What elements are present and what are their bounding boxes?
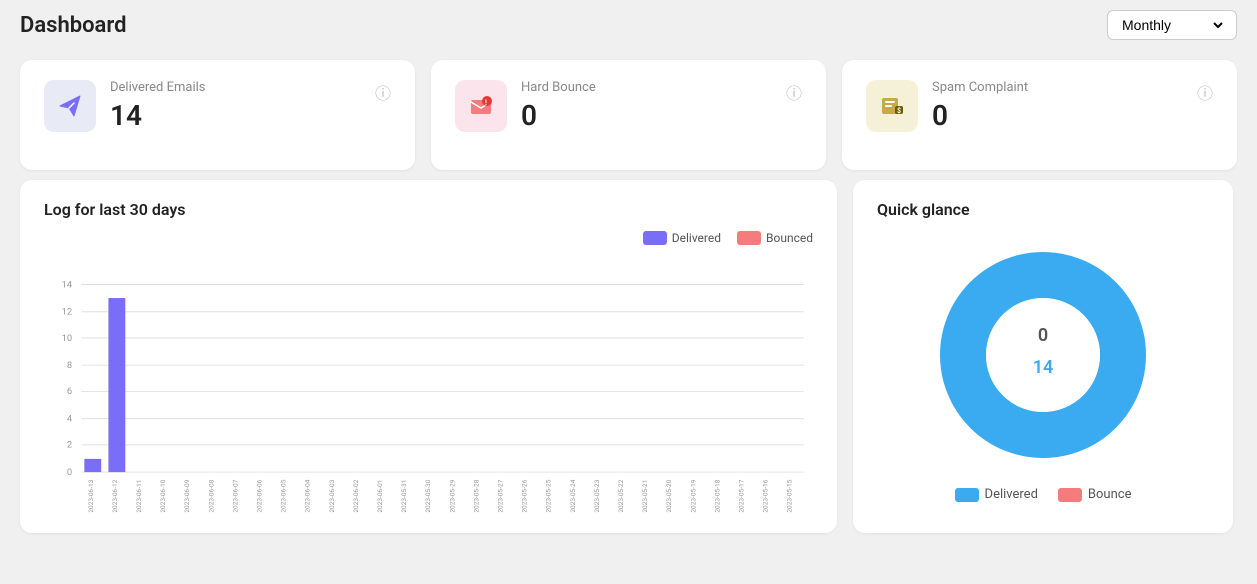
- svg-text:$: $: [897, 107, 901, 115]
- legend-delivered: Delivered: [643, 231, 721, 245]
- bounce-value: 0: [521, 99, 596, 132]
- svg-text:2023-05-26: 2023-05-26: [521, 479, 529, 512]
- spam-label: Spam Complaint: [932, 80, 1028, 95]
- page-title: Dashboard: [20, 13, 126, 38]
- donut-chart: 0 14: [923, 235, 1163, 475]
- svg-text:2023-06-04: 2023-06-04: [304, 479, 312, 512]
- svg-text:2023-06-02: 2023-06-02: [352, 479, 360, 512]
- delivered-emails-card: Delivered Emails 14 ⓘ: [20, 60, 415, 170]
- bottom-row: Log for last 30 days Delivered Bounced .…: [0, 180, 1257, 553]
- quick-glance-title: Quick glance: [877, 200, 970, 219]
- period-select-input[interactable]: Monthly Weekly Daily Yearly: [1118, 16, 1226, 34]
- quick-legend-bounce: Bounce: [1058, 487, 1132, 502]
- spam-icon: $: [878, 92, 906, 120]
- svg-text:2023-06-08: 2023-06-08: [207, 479, 215, 512]
- delivered-value: 14: [110, 99, 205, 132]
- svg-text:2023-06-03: 2023-06-03: [328, 479, 336, 512]
- donut-svg: 0 14: [923, 235, 1163, 475]
- svg-text:0: 0: [67, 467, 72, 478]
- svg-text:2023-05-17: 2023-05-17: [738, 479, 746, 512]
- header: Dashboard Monthly Weekly Daily Yearly: [0, 0, 1257, 50]
- chart-title: Log for last 30 days: [44, 200, 813, 219]
- svg-text:!: !: [485, 99, 487, 107]
- svg-text:6: 6: [67, 386, 72, 397]
- svg-text:2023-06-06: 2023-06-06: [255, 479, 263, 512]
- svg-text:2023-05-28: 2023-05-28: [472, 479, 480, 512]
- donut-center: [986, 298, 1100, 412]
- svg-text:2023-05-20: 2023-05-20: [665, 479, 673, 512]
- bounce-icon-wrap: !: [455, 80, 507, 132]
- period-selector[interactable]: Monthly Weekly Daily Yearly: [1107, 10, 1237, 40]
- legend-bounced: Bounced: [737, 231, 813, 245]
- delivered-label: Delivered Emails: [110, 80, 205, 95]
- svg-text:2023-05-18: 2023-05-18: [713, 479, 721, 512]
- bar-0: [84, 459, 101, 472]
- spam-info-icon[interactable]: ⓘ: [1197, 80, 1213, 104]
- chart-legend: Delivered Bounced: [44, 231, 813, 245]
- bar-1: [108, 298, 125, 472]
- svg-text:8: 8: [67, 360, 72, 371]
- legend-delivered-box: [643, 231, 667, 245]
- svg-text:2023-06-13: 2023-06-13: [87, 479, 95, 512]
- bar-chart-area: .tick-text { font-size: 10px; fill: #999…: [44, 253, 813, 513]
- svg-text:2: 2: [67, 440, 72, 451]
- stat-cards-row: Delivered Emails 14 ⓘ ! Hard Bo: [0, 50, 1257, 180]
- quick-glance-card: Quick glance 0 14 Delivered: [853, 180, 1233, 533]
- quick-legend-delivered-label: Delivered: [985, 487, 1038, 502]
- svg-text:14: 14: [62, 279, 73, 290]
- svg-text:2023-05-22: 2023-05-22: [617, 479, 625, 512]
- svg-text:2023-06-12: 2023-06-12: [111, 479, 119, 512]
- svg-text:2023-06-01: 2023-06-01: [376, 480, 384, 513]
- svg-text:2023-05-29: 2023-05-29: [448, 479, 456, 512]
- svg-text:2023-06-11: 2023-06-11: [135, 480, 143, 513]
- quick-legend-bounce-label: Bounce: [1088, 487, 1132, 502]
- svg-text:2023-05-16: 2023-05-16: [762, 479, 770, 512]
- svg-text:2023-05-21: 2023-05-21: [641, 480, 649, 513]
- bounce-info-icon[interactable]: ⓘ: [786, 80, 802, 104]
- svg-text:2023-06-05: 2023-06-05: [280, 479, 288, 512]
- legend-bounced-label: Bounced: [766, 231, 813, 245]
- bar-chart-svg: .tick-text { font-size: 10px; fill: #999…: [44, 253, 813, 513]
- quick-legend-bounce-box: [1058, 488, 1082, 502]
- bar-chart-card: Log for last 30 days Delivered Bounced .…: [20, 180, 837, 533]
- hard-bounce-card: ! Hard Bounce 0 ⓘ: [431, 60, 826, 170]
- svg-text:10: 10: [62, 333, 73, 344]
- donut-top-label: 0: [1038, 325, 1048, 346]
- legend-bounced-box: [737, 231, 761, 245]
- quick-legend-delivered-box: [955, 488, 979, 502]
- svg-text:2023-06-07: 2023-06-07: [231, 479, 239, 512]
- delivered-info-icon[interactable]: ⓘ: [375, 80, 391, 104]
- legend-delivered-label: Delivered: [672, 231, 721, 245]
- svg-text:2023-05-24: 2023-05-24: [569, 479, 577, 512]
- svg-text:2023-06-10: 2023-06-10: [159, 479, 167, 512]
- svg-text:2023-05-31: 2023-05-31: [400, 480, 408, 513]
- quick-legend-delivered: Delivered: [955, 487, 1038, 502]
- svg-text:2023-05-19: 2023-05-19: [689, 479, 697, 512]
- svg-text:2023-05-25: 2023-05-25: [545, 479, 553, 512]
- spam-icon-wrap: $: [866, 80, 918, 132]
- bounce-mail-icon: !: [467, 92, 495, 120]
- spam-card: $ Spam Complaint 0 ⓘ: [842, 60, 1237, 170]
- svg-text:2023-05-30: 2023-05-30: [424, 479, 432, 512]
- svg-text:2023-06-09: 2023-06-09: [183, 479, 191, 512]
- svg-text:2023-05-23: 2023-05-23: [593, 479, 601, 512]
- bounce-label: Hard Bounce: [521, 80, 596, 95]
- svg-text:4: 4: [67, 413, 73, 424]
- donut-bottom-label: 14: [1033, 357, 1054, 378]
- delivered-icon-wrap: [44, 80, 96, 132]
- paper-plane-icon: [56, 92, 84, 120]
- svg-text:2023-05-27: 2023-05-27: [496, 479, 504, 512]
- svg-text:12: 12: [62, 307, 73, 318]
- spam-value: 0: [932, 99, 1028, 132]
- quick-glance-legend: Delivered Bounce: [955, 487, 1132, 502]
- svg-text:2023-05-15: 2023-05-15: [786, 479, 794, 512]
